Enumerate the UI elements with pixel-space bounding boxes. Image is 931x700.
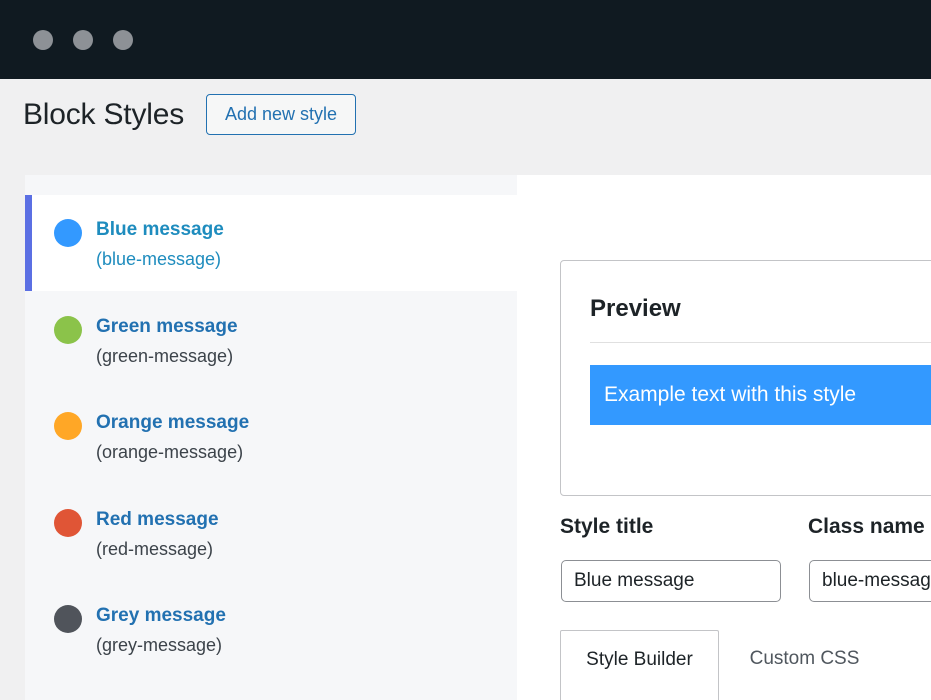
class-name-label: Class name xyxy=(808,515,925,538)
color-swatch-icon xyxy=(54,316,82,344)
style-name[interactable]: Grey message xyxy=(96,604,226,628)
style-list-item-grey[interactable]: Grey message (grey-message) xyxy=(25,581,517,677)
preview-card: Preview Example text with this style xyxy=(560,260,931,496)
window-titlebar xyxy=(0,0,931,79)
style-name[interactable]: Red message xyxy=(96,508,219,532)
style-name[interactable]: Blue message xyxy=(96,218,224,242)
style-title-label: Style title xyxy=(560,515,654,538)
style-list-item-blue[interactable]: Blue message (blue-message) xyxy=(25,195,517,291)
class-name-input[interactable] xyxy=(809,560,931,602)
window-close-dot[interactable] xyxy=(33,30,53,50)
window-minimize-dot[interactable] xyxy=(73,30,93,50)
style-name[interactable]: Green message xyxy=(96,315,238,339)
style-class: (blue-message) xyxy=(96,249,222,269)
style-list: Blue message (blue-message) Green messag… xyxy=(25,175,517,700)
style-class: (red-message) xyxy=(96,539,214,559)
style-name[interactable]: Orange message xyxy=(96,411,249,435)
page-title: Block Styles xyxy=(23,98,184,131)
style-list-item-orange[interactable]: Orange message (orange-message) xyxy=(25,388,517,484)
preview-title: Preview xyxy=(590,295,681,322)
style-list-item-red[interactable]: Red message (red-message) xyxy=(25,485,517,581)
active-item-marker xyxy=(25,195,32,291)
style-list-item-green[interactable]: Green message (green-message) xyxy=(25,292,517,388)
style-class: (grey-message) xyxy=(96,635,223,655)
color-swatch-icon xyxy=(54,219,82,247)
preview-divider xyxy=(590,342,931,343)
style-title-input[interactable] xyxy=(561,560,781,602)
tab-custom-css[interactable]: Custom CSS xyxy=(722,630,887,700)
preview-sample-text: Example text with this style xyxy=(590,365,931,425)
color-swatch-icon xyxy=(54,509,82,537)
tab-style-builder[interactable]: Style Builder xyxy=(560,630,719,700)
style-class: (orange-message) xyxy=(96,442,244,462)
style-class: (green-message) xyxy=(96,346,234,366)
color-swatch-icon xyxy=(54,412,82,440)
color-swatch-icon xyxy=(54,605,82,633)
add-new-style-button[interactable]: Add new style xyxy=(206,94,356,135)
window-zoom-dot[interactable] xyxy=(113,30,133,50)
